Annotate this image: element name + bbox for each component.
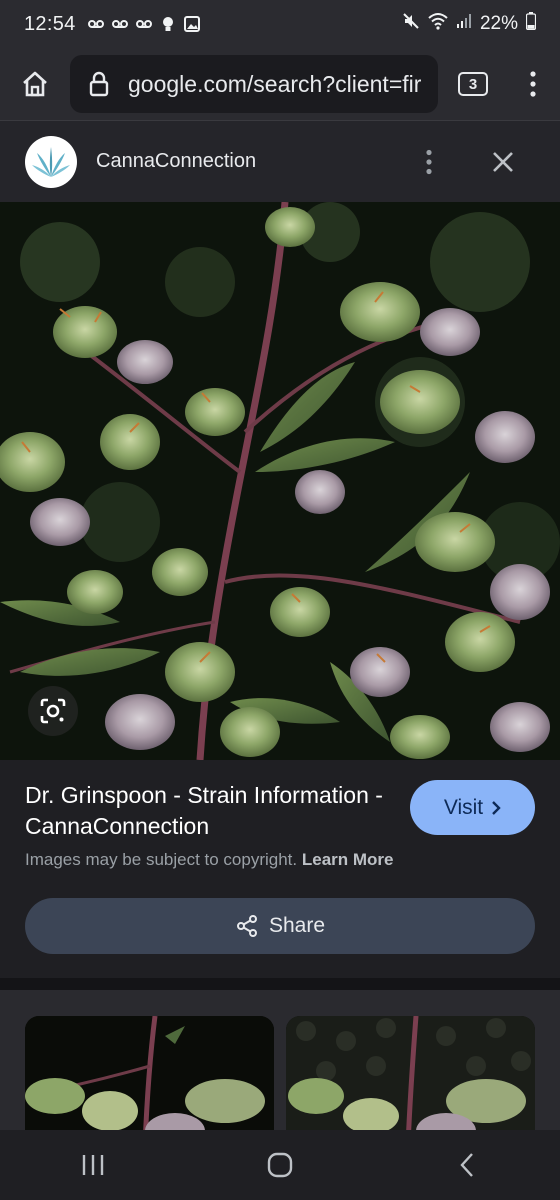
share-button[interactable]: Share (25, 898, 535, 954)
back-button[interactable] (437, 1135, 497, 1195)
result-title[interactable]: Dr. Grinspoon - Strain Information - Can… (25, 780, 395, 842)
browser-menu-button[interactable] (508, 70, 558, 98)
mute-icon (402, 12, 420, 36)
share-label: Share (268, 914, 326, 937)
related-image-thumbnail[interactable] (286, 1016, 535, 1146)
share-icon (236, 915, 257, 937)
close-button[interactable] (484, 143, 522, 181)
battery-percent: 22% (479, 13, 518, 34)
more-vert-icon (530, 71, 536, 97)
related-image-thumbnail[interactable] (25, 1016, 274, 1146)
image-icon (183, 16, 200, 32)
copyright-text: Images may be subject to copyright. (25, 850, 298, 869)
status-right: 22% (402, 12, 537, 36)
visit-button[interactable]: Visit (410, 780, 535, 835)
browser-toolbar: google.com/search?client=fir 3 (0, 48, 560, 120)
site-more-button[interactable] (410, 143, 448, 181)
close-icon (493, 152, 513, 172)
site-logo (25, 135, 77, 188)
wifi-icon (428, 12, 448, 36)
home-nav-icon (267, 1152, 293, 1178)
site-header: CannaConnection (0, 120, 560, 202)
copyright-notice: Images may be subject to copyright. Lear… (25, 850, 394, 870)
recent-apps-icon (83, 1155, 104, 1175)
notification-icons (87, 16, 200, 32)
tabs-button[interactable]: 3 (438, 72, 508, 96)
signal-icon (456, 13, 472, 35)
back-icon (460, 1153, 473, 1177)
url-bar[interactable]: google.com/search?client=fir (70, 55, 438, 113)
recent-apps-button[interactable] (63, 1135, 123, 1195)
lens-button[interactable] (28, 686, 78, 736)
bulb-icon (160, 16, 176, 32)
related-images (0, 978, 560, 1146)
status-time: 12:54 (24, 12, 76, 35)
site-name: CannaConnection (96, 150, 257, 172)
voicemail-icon (135, 16, 152, 32)
main-image[interactable] (0, 202, 560, 760)
learn-more-link[interactable]: Learn More (302, 850, 394, 869)
url-text: google.com/search?client=fir (128, 70, 422, 97)
lock-icon (86, 71, 112, 97)
result-info: Dr. Grinspoon - Strain Information - Can… (0, 760, 560, 978)
voicemail-icon (111, 16, 128, 32)
cannabis-plant-image (0, 202, 560, 760)
visit-label: Visit (443, 795, 484, 819)
google-lens-icon (40, 698, 66, 724)
tab-count: 3 (458, 72, 488, 96)
home-nav-button[interactable] (250, 1135, 310, 1195)
home-icon (23, 71, 47, 97)
voicemail-icon (87, 16, 104, 32)
status-bar: 12:54 22% (0, 0, 560, 48)
more-vert-icon (426, 149, 432, 175)
system-nav-bar (0, 1130, 560, 1200)
home-button[interactable] (0, 48, 70, 120)
chevron-right-icon (492, 800, 501, 815)
battery-icon (525, 12, 537, 36)
leaf-icon (32, 146, 70, 177)
